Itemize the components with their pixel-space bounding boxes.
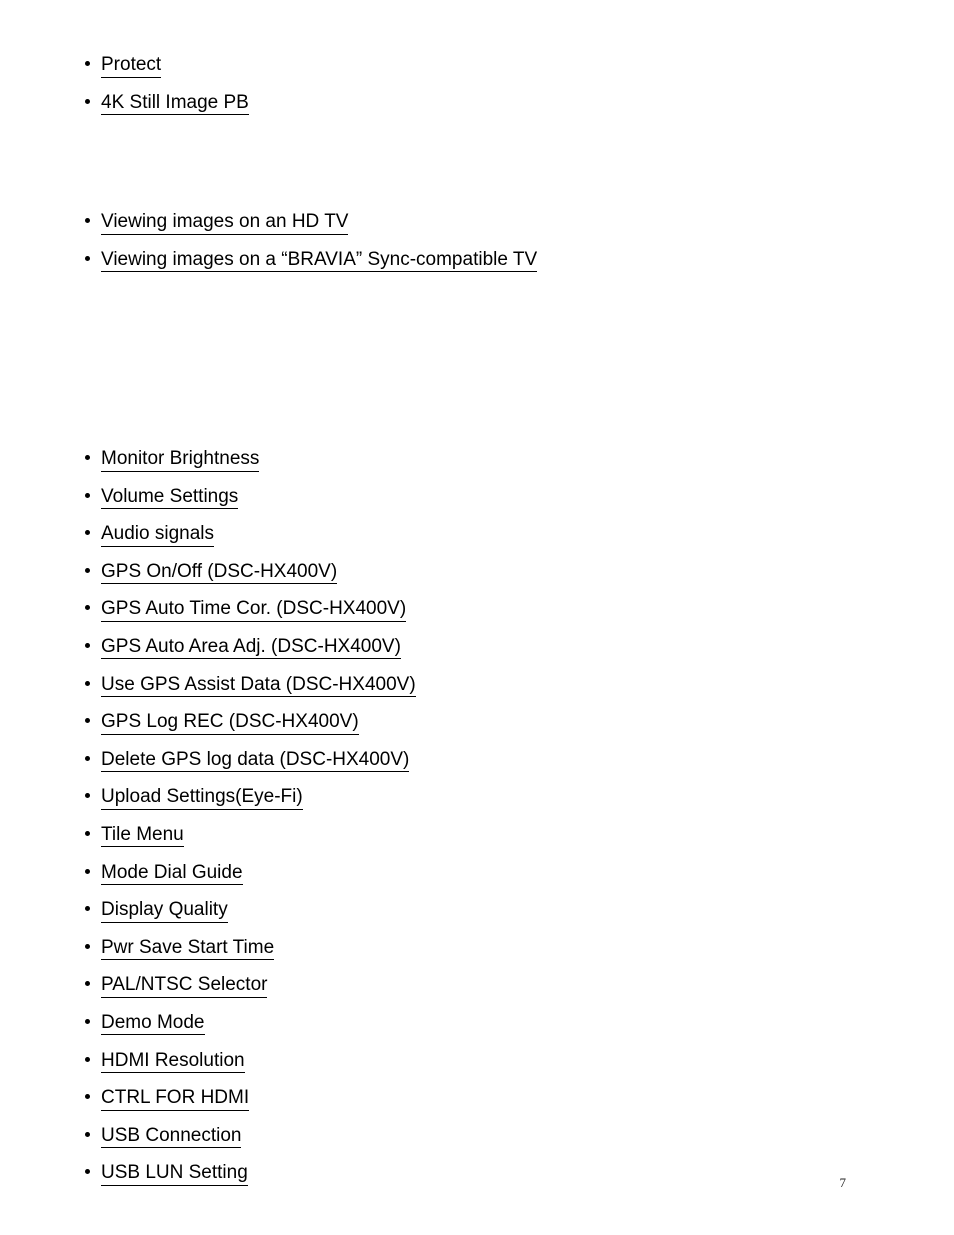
toc-link[interactable]: Delete GPS log data (DSC-HX400V) xyxy=(101,749,410,773)
toc-link[interactable]: USB Connection xyxy=(101,1125,242,1149)
list-item[interactable]: GPS On/Off (DSC-HX400V) xyxy=(0,551,954,589)
list-item[interactable]: Protect xyxy=(0,44,954,82)
link-group-settings: Monitor Brightness Volume Settings Audio s… xyxy=(0,438,954,1190)
toc-link[interactable]: HDMI Resolution xyxy=(101,1050,245,1074)
list-item[interactable]: USB Connection xyxy=(0,1115,954,1153)
list-item[interactable]: GPS Auto Time Cor. (DSC-HX400V) xyxy=(0,588,954,626)
toc-link[interactable]: Monitor Brightness xyxy=(101,448,260,472)
list-item[interactable]: Upload Settings(Eye-Fi) xyxy=(0,776,954,814)
toc-link[interactable]: Viewing images on an HD TV xyxy=(101,211,349,235)
list-item[interactable]: Mode Dial Guide xyxy=(0,852,954,890)
toc-link[interactable]: Display Quality xyxy=(101,900,228,923)
list-item[interactable]: GPS Auto Area Adj. (DSC-HX400V) xyxy=(0,626,954,664)
toc-link[interactable]: Demo Mode xyxy=(101,1012,205,1036)
toc-link[interactable]: Audio signals xyxy=(101,524,215,547)
list-item[interactable]: Use GPS Assist Data (DSC-HX400V) xyxy=(0,664,954,702)
link-group-playback: Protect 4K Still Image PB xyxy=(0,44,954,119)
list-item[interactable]: Viewing images on an HD TV xyxy=(0,201,954,239)
page-number: 7 xyxy=(839,1175,847,1190)
toc-link[interactable]: Pwr Save Start Time xyxy=(101,937,275,961)
list-item[interactable]: Audio signals xyxy=(0,513,954,551)
document-page: Protect 4K Still Image PB Viewing images … xyxy=(0,0,954,1235)
toc-link[interactable]: PAL/NTSC Selector xyxy=(101,975,268,998)
toc-link[interactable]: GPS Log REC (DSC-HX400V) xyxy=(101,712,359,735)
toc-link[interactable]: USB LUN Setting xyxy=(101,1163,248,1186)
list-item[interactable]: Tile Menu xyxy=(0,814,954,852)
list-item[interactable]: HDMI Resolution xyxy=(0,1040,954,1078)
toc-link[interactable]: Volume Settings xyxy=(101,486,239,510)
toc-link[interactable]: Upload Settings(Eye-Fi) xyxy=(101,787,303,810)
toc-link[interactable]: GPS Auto Area Adj. (DSC-HX400V) xyxy=(101,636,401,660)
list-item[interactable]: USB LUN Setting xyxy=(0,1152,954,1190)
list-item[interactable]: PAL/NTSC Selector xyxy=(0,964,954,1002)
list-item[interactable]: Viewing images on a “BRAVIA” Sync-compat… xyxy=(0,239,954,277)
toc-link[interactable]: Viewing images on a “BRAVIA” Sync-compat… xyxy=(101,249,538,273)
link-group-tv: Viewing images on an HD TV Viewing images… xyxy=(0,201,954,276)
list-item[interactable]: 4K Still Image PB xyxy=(0,82,954,120)
toc-link[interactable]: Mode Dial Guide xyxy=(101,862,243,886)
toc-link[interactable]: CTRL FOR HDMI xyxy=(101,1088,250,1111)
list-item[interactable]: Display Quality xyxy=(0,889,954,927)
list-item[interactable]: Delete GPS log data (DSC-HX400V) xyxy=(0,739,954,777)
toc-link[interactable]: 4K Still Image PB xyxy=(101,92,249,116)
toc-link[interactable]: GPS On/Off (DSC-HX400V) xyxy=(101,561,338,585)
toc-link[interactable]: Use GPS Assist Data (DSC-HX400V) xyxy=(101,674,416,698)
toc-link[interactable]: Tile Menu xyxy=(101,824,184,848)
list-item[interactable]: GPS Log REC (DSC-HX400V) xyxy=(0,701,954,739)
list-item[interactable]: Pwr Save Start Time xyxy=(0,927,954,965)
toc-link[interactable]: GPS Auto Time Cor. (DSC-HX400V) xyxy=(101,599,407,622)
list-item[interactable]: Demo Mode xyxy=(0,1002,954,1040)
list-item[interactable]: CTRL FOR HDMI xyxy=(0,1077,954,1115)
toc-link[interactable]: Protect xyxy=(101,54,162,78)
list-item[interactable]: Volume Settings xyxy=(0,476,954,514)
list-item[interactable]: Monitor Brightness xyxy=(0,438,954,476)
